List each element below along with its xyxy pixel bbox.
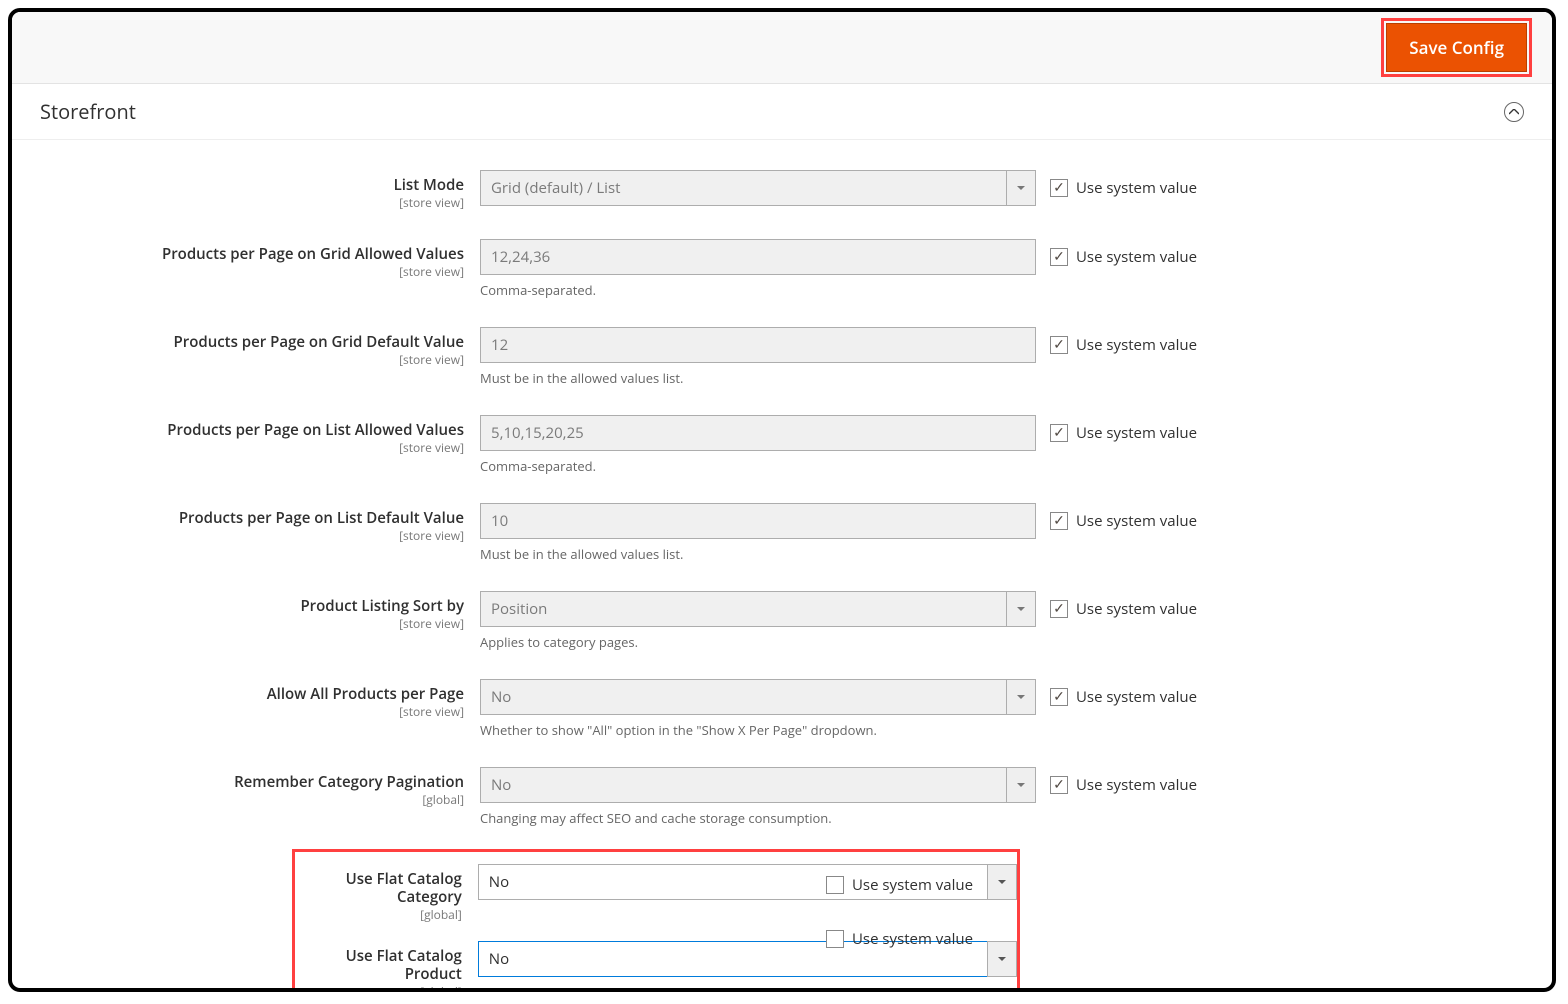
select-sort-by[interactable] — [480, 591, 1036, 627]
scope-flat-product: [global] — [295, 983, 462, 992]
checkbox-label: Use system value — [1076, 178, 1197, 198]
checkbox-label: Use system value — [1076, 335, 1197, 355]
chevron-up-icon[interactable] — [1504, 102, 1524, 122]
scope-grid-default: [store view] — [40, 351, 464, 368]
hint-list-allowed: Comma-separated. — [480, 451, 1036, 475]
checkbox-flat-category[interactable] — [826, 876, 844, 894]
section-header[interactable]: Storefront — [12, 84, 1552, 140]
label-list-allowed: Products per Page on List Allowed Values — [40, 421, 464, 439]
scope-list-default: [store view] — [40, 527, 464, 544]
row-remember-pag: Remember Category Pagination [global] Ch… — [40, 767, 1524, 827]
scope-sort-by: [store view] — [40, 615, 464, 632]
row-list-mode: List Mode [store view] Use system value — [40, 170, 1524, 211]
checkbox-list-default[interactable] — [1050, 512, 1068, 530]
checkbox-list-allowed[interactable] — [1050, 424, 1068, 442]
checkbox-label: Use system value — [852, 875, 973, 895]
label-allow-all: Allow All Products per Page — [40, 685, 464, 703]
checkbox-label: Use system value — [1076, 247, 1197, 267]
input-grid-allowed[interactable] — [480, 239, 1036, 275]
hint-allow-all: Whether to show "All" option in the "Sho… — [480, 715, 1036, 739]
checkbox-grid-allowed[interactable] — [1050, 248, 1068, 266]
row-sort-by: Product Listing Sort by [store view] App… — [40, 591, 1524, 651]
row-allow-all: Allow All Products per Page [store view]… — [40, 679, 1524, 739]
input-list-default[interactable] — [480, 503, 1036, 539]
select-sort-by-value — [480, 591, 1036, 627]
checkbox-list-mode[interactable] — [1050, 179, 1068, 197]
input-list-allowed[interactable] — [480, 415, 1036, 451]
checkbox-label: Use system value — [1076, 423, 1197, 443]
select-list-mode-value — [480, 170, 1036, 206]
checkbox-grid-default[interactable] — [1050, 336, 1068, 354]
form-area: List Mode [store view] Use system value … — [12, 140, 1552, 992]
select-remember-pag-value — [480, 767, 1036, 803]
scope-allow-all: [store view] — [40, 703, 464, 720]
checkbox-label: Use system value — [1076, 599, 1197, 619]
input-grid-default[interactable] — [480, 327, 1036, 363]
save-config-button[interactable]: Save Config — [1386, 23, 1527, 72]
label-flat-product: Use Flat Catalog Product — [295, 947, 462, 983]
row-grid-allowed: Products per Page on Grid Allowed Values… — [40, 239, 1524, 299]
label-flat-category: Use Flat Catalog Category — [295, 870, 462, 906]
checkbox-label: Use system value — [1076, 511, 1197, 531]
select-allow-all[interactable] — [480, 679, 1036, 715]
hint-grid-allowed: Comma-separated. — [480, 275, 1036, 299]
select-remember-pag[interactable] — [480, 767, 1036, 803]
hint-sort-by: Applies to category pages. — [480, 627, 1036, 651]
label-grid-allowed: Products per Page on Grid Allowed Values — [40, 245, 464, 263]
scope-remember-pag: [global] — [40, 791, 464, 808]
select-allow-all-value — [480, 679, 1036, 715]
section-title: Storefront — [40, 98, 136, 125]
hint-list-default: Must be in the allowed values list. — [480, 539, 1036, 563]
label-remember-pag: Remember Category Pagination — [40, 773, 464, 791]
scope-list-allowed: [store view] — [40, 439, 464, 456]
checkbox-label: Use system value — [852, 929, 973, 949]
row-list-allowed: Products per Page on List Allowed Values… — [40, 415, 1524, 475]
topbar: Save Config — [12, 12, 1552, 84]
checkbox-label: Use system value — [1076, 687, 1197, 707]
label-list-default: Products per Page on List Default Value — [40, 509, 464, 527]
row-grid-default: Products per Page on Grid Default Value … — [40, 327, 1524, 387]
checkbox-sort-by[interactable] — [1050, 600, 1068, 618]
config-frame: Save Config Storefront List Mode [store … — [8, 8, 1556, 992]
scope-grid-allowed: [store view] — [40, 263, 464, 280]
select-list-mode[interactable] — [480, 170, 1036, 206]
row-list-default: Products per Page on List Default Value … — [40, 503, 1524, 563]
checkbox-flat-product[interactable] — [826, 930, 844, 948]
label-grid-default: Products per Page on Grid Default Value — [40, 333, 464, 351]
hint-remember-pag: Changing may affect SEO and cache storag… — [480, 803, 1036, 827]
checkbox-allow-all[interactable] — [1050, 688, 1068, 706]
save-highlight: Save Config — [1381, 18, 1532, 77]
scope-flat-category: [global] — [295, 906, 462, 923]
checkbox-label: Use system value — [1076, 775, 1197, 795]
label-sort-by: Product Listing Sort by — [40, 597, 464, 615]
checkbox-remember-pag[interactable] — [1050, 776, 1068, 794]
hint-grid-default: Must be in the allowed values list. — [480, 363, 1036, 387]
label-list-mode: List Mode — [40, 176, 464, 194]
scope-list-mode: [store view] — [40, 194, 464, 211]
